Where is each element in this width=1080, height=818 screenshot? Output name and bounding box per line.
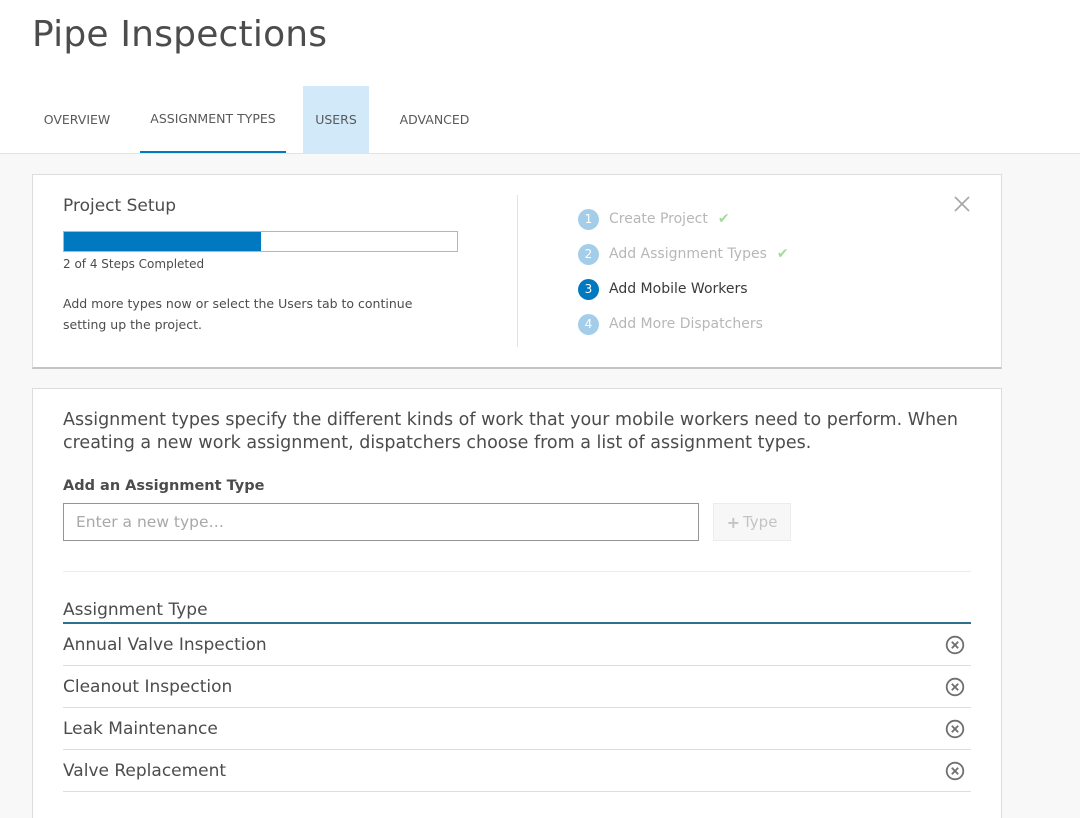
assignment-type-name: Leak Maintenance	[63, 718, 218, 739]
assignment-type-name: Valve Replacement	[63, 760, 227, 781]
table-row: Leak Maintenance	[63, 708, 971, 750]
table-row: Cleanout Inspection	[63, 666, 971, 708]
section-divider	[63, 571, 971, 572]
remove-circle-icon[interactable]	[945, 677, 965, 697]
setup-title: Project Setup	[63, 196, 177, 216]
step-number-badge: 2	[578, 243, 599, 265]
page-title: Pipe Inspections	[32, 14, 328, 55]
tab-assignment-types[interactable]: ASSIGNMENT TYPES	[140, 86, 286, 153]
step-label: Add More Dispatchers	[609, 316, 763, 332]
close-icon[interactable]	[953, 195, 971, 213]
assignment-types-intro: Assignment types specify the different k…	[63, 410, 958, 453]
step-add-mobile-workers: 3 Add Mobile Workers	[578, 278, 748, 300]
add-assignment-type-label: Add an Assignment Type	[63, 478, 265, 494]
remove-circle-icon[interactable]	[945, 635, 965, 655]
project-setup-panel: Project Setup 2 of 4 Steps Completed Add…	[32, 174, 1002, 369]
checkmark-icon: ✔	[717, 211, 730, 227]
setup-progress-fill	[64, 232, 261, 251]
tab-assignment-types-label: ASSIGNMENT TYPES	[150, 111, 276, 126]
table-row: Valve Replacement	[63, 750, 971, 792]
step-number-badge: 3	[578, 278, 599, 300]
remove-circle-icon[interactable]	[945, 761, 965, 781]
step-add-assignment-types: 2 Add Assignment Types ✔	[578, 243, 789, 265]
table-row: Annual Valve Inspection	[63, 624, 971, 666]
setup-description: Add more types now or select the Users t…	[63, 296, 413, 332]
tab-users-label: USERS	[315, 112, 357, 127]
tab-advanced[interactable]: ADVANCED	[388, 86, 481, 153]
tab-advanced-label: ADVANCED	[399, 112, 470, 127]
step-add-more-dispatchers: 4 Add More Dispatchers	[578, 313, 763, 335]
tab-users[interactable]: USERS	[303, 86, 369, 153]
table-header: Assignment Type	[63, 600, 971, 624]
checkmark-icon: ✔	[776, 246, 789, 262]
step-create-project: 1 Create Project ✔	[578, 208, 730, 230]
tab-overview[interactable]: OVERVIEW	[32, 86, 122, 153]
assignment-type-input[interactable]	[63, 503, 699, 541]
setup-progress-text: 2 of 4 Steps Completed	[63, 257, 205, 271]
remove-circle-icon[interactable]	[945, 719, 965, 739]
assignment-types-panel: Assignment types specify the different k…	[32, 388, 1002, 818]
assignment-type-name: Annual Valve Inspection	[63, 634, 267, 655]
step-number-badge: 1	[578, 208, 599, 230]
tab-overview-label: OVERVIEW	[43, 112, 111, 127]
assignment-type-name: Cleanout Inspection	[63, 676, 233, 697]
assignment-types-table: Assignment Type Annual Valve Inspection …	[63, 600, 971, 792]
add-type-button[interactable]: + Type	[713, 503, 791, 541]
plus-icon: +	[726, 512, 740, 532]
setup-divider	[517, 195, 518, 347]
step-label: Add Mobile Workers	[609, 281, 748, 297]
step-number-badge: 4	[578, 313, 599, 335]
step-label: Create Project	[609, 211, 708, 227]
setup-progress-bar	[63, 231, 458, 252]
page-header: Pipe Inspections OVERVIEW ASSIGNMENT TYP…	[0, 0, 1080, 154]
add-type-button-label: Type	[742, 513, 778, 531]
step-label: Add Assignment Types	[609, 246, 767, 262]
